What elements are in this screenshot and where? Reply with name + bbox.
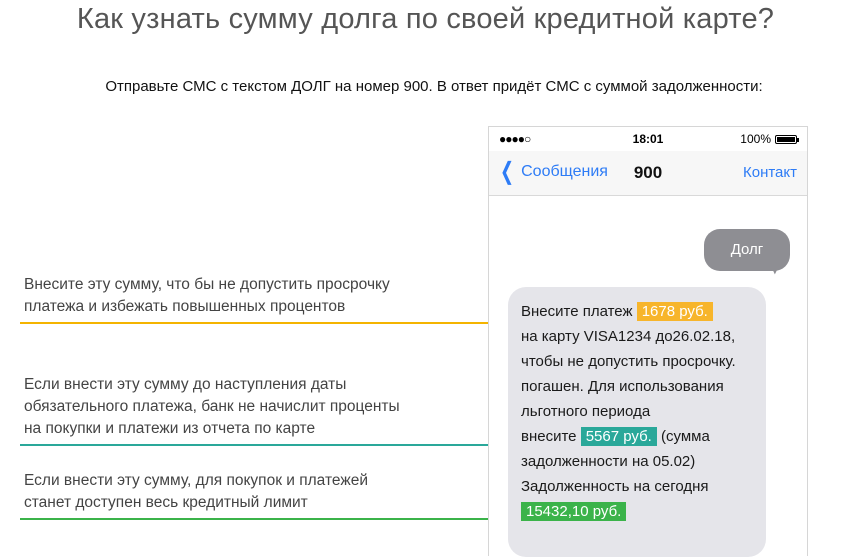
outgoing-message: Долг bbox=[704, 229, 790, 271]
msg-text: внесите bbox=[521, 428, 581, 445]
amount-min-payment: 1678 руб. bbox=[636, 302, 713, 321]
amount-grace-payment: 5567 руб. bbox=[580, 427, 657, 446]
callout-min-payment: Внесите эту сумму, что бы не допустить п… bbox=[24, 274, 464, 318]
amount-total-debt: 15432,10 руб. bbox=[521, 502, 627, 521]
phone-mockup: ●●●●○ 18:01 100% ❮ Сообщения 900 Контакт… bbox=[488, 126, 808, 557]
msg-text: льготного периода bbox=[521, 403, 651, 420]
callout-total-debt: Если внести эту сумму, для покупок и пла… bbox=[24, 470, 464, 514]
page-subtitle: Отправьте СМС с текстом ДОЛГ на номер 90… bbox=[105, 78, 763, 95]
callout-grace-payment: Если внести эту сумму до наступления дат… bbox=[24, 374, 464, 440]
battery-indicator: 100% bbox=[740, 132, 799, 146]
page-title: Как узнать сумму долга по своей кредитно… bbox=[76, 3, 775, 35]
callout-text: Внесите эту сумму, что бы не допустить п… bbox=[24, 276, 390, 293]
incoming-message: Внесите платеж 1678 руб. на карту VISA12… bbox=[508, 287, 766, 557]
callout-line-green bbox=[20, 518, 520, 520]
msg-text: Задолженность на сегодня bbox=[521, 478, 709, 495]
callout-text: обязательного платежа, банк не начислит … bbox=[24, 398, 400, 415]
msg-text: задолженности на 05.02) bbox=[521, 453, 696, 470]
msg-text: Внесите платеж bbox=[521, 303, 637, 320]
callout-text: платежа и избежать повышенных процентов bbox=[24, 298, 346, 315]
callout-text: станет доступен весь кредитный лимит bbox=[24, 494, 308, 511]
callout-text: на покупки и платежи из отчета по карте bbox=[24, 420, 316, 437]
msg-text: на карту VISA1234 до26.02.18, bbox=[521, 328, 736, 345]
battery-icon bbox=[775, 134, 799, 144]
nav-bar: ❮ Сообщения 900 Контакт bbox=[489, 151, 807, 196]
msg-text: чтобы не допустить просрочку. bbox=[521, 353, 736, 370]
contact-button[interactable]: Контакт bbox=[743, 164, 797, 181]
status-bar: ●●●●○ 18:01 100% bbox=[489, 127, 807, 151]
callout-text: Если внести эту сумму, для покупок и пла… bbox=[24, 472, 368, 489]
battery-percent: 100% bbox=[740, 132, 771, 146]
msg-text: погашен. Для использования bbox=[521, 378, 724, 395]
callout-text: Если внести эту сумму до наступления дат… bbox=[24, 376, 347, 393]
msg-text: (сумма bbox=[656, 428, 710, 445]
